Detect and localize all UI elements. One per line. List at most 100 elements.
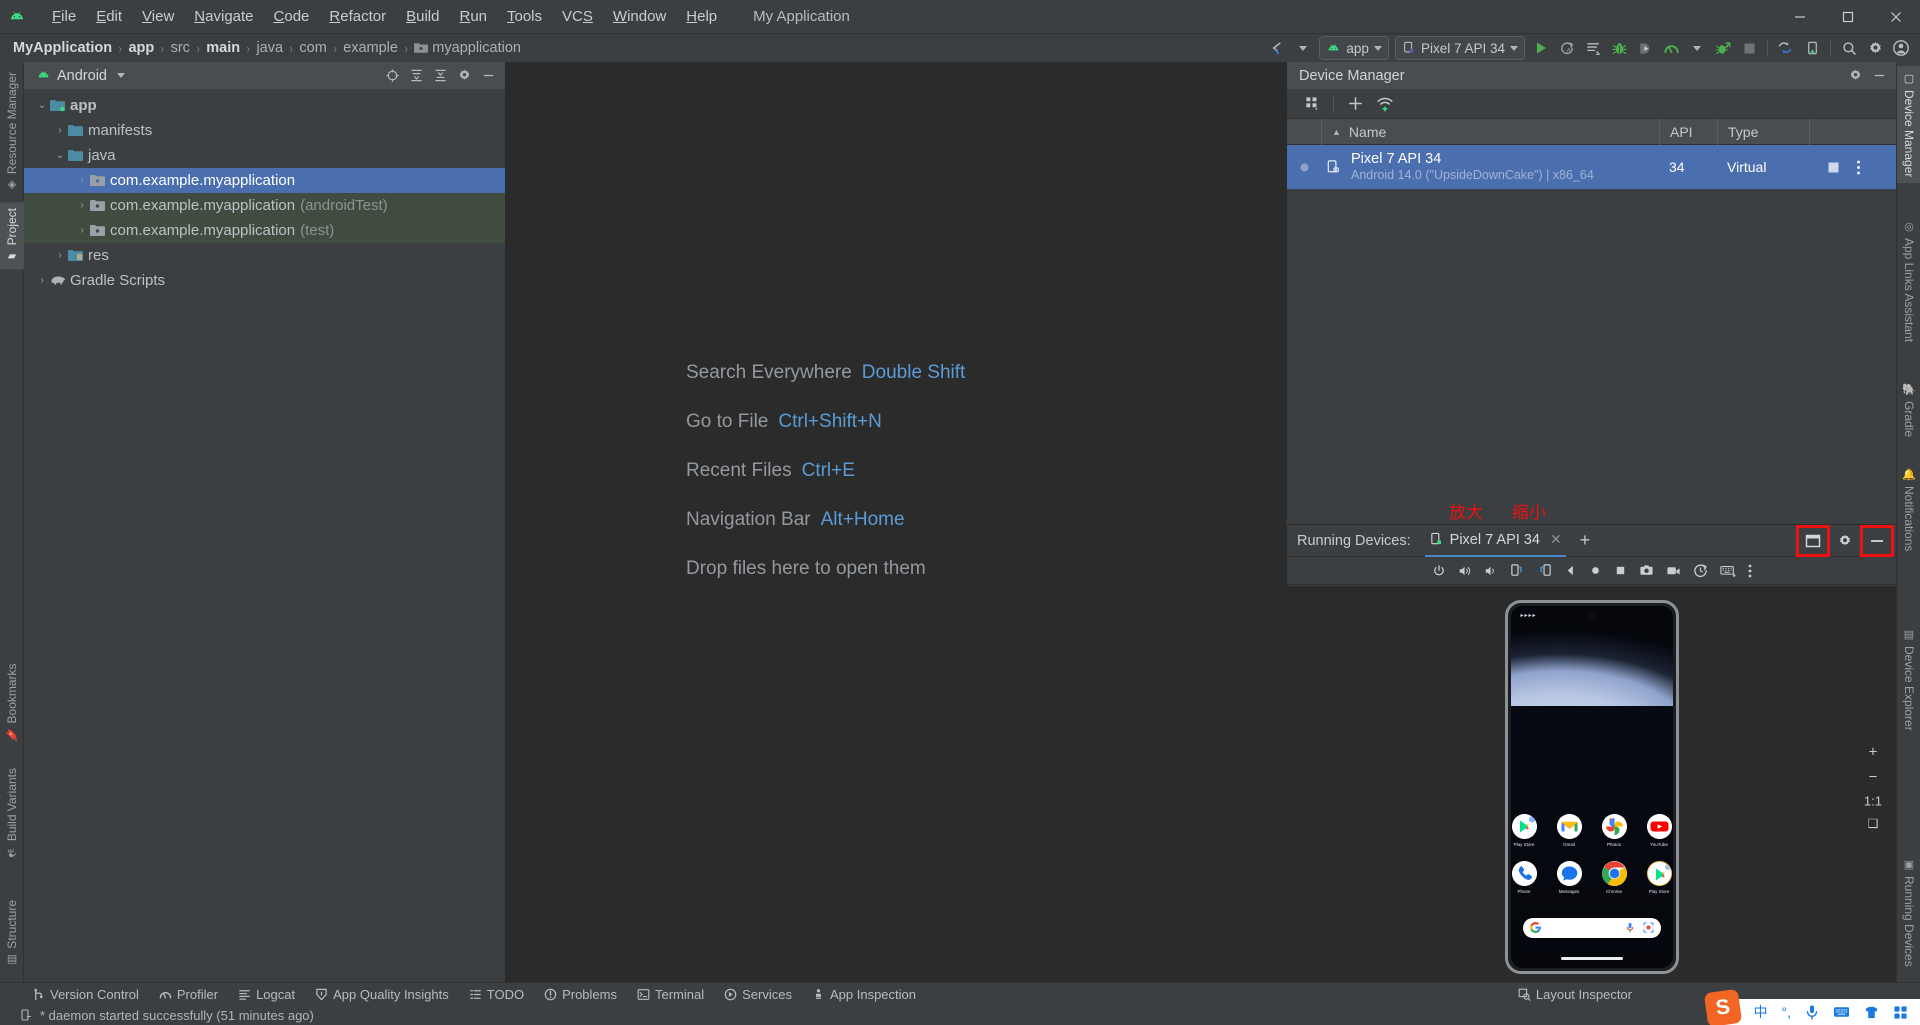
sogou-ime-logo[interactable]: S [1703,988,1742,1025]
stop-square-icon[interactable] [1827,161,1840,174]
ime-chinese-mode[interactable]: 中 [1754,1002,1768,1022]
window-controls[interactable] [1776,0,1920,34]
zoom-fit-button[interactable]: ❑ [1868,816,1879,830]
bottom-item-profiler[interactable]: Profiler [151,985,226,1004]
chevron-right-icon[interactable]: › [74,175,90,186]
back-nav-icon[interactable] [1564,564,1577,577]
emulator-zoom-controls[interactable]: + − 1:1 ❑ [1864,743,1882,830]
emulator-toolbar[interactable] [1287,557,1896,585]
chevron-right-icon[interactable]: › [74,200,90,211]
tree-node-java[interactable]: ⌄ java [24,143,505,168]
chevron-down-icon[interactable]: ⌄ [34,100,50,111]
ime-skin[interactable] [1864,1005,1879,1020]
right-tool-strip[interactable]: ▢ Device Manager ◎ App Links Assistant 🐘… [1896,62,1920,987]
expand-all-icon[interactable] [405,65,427,87]
add-device-icon[interactable] [1342,92,1368,116]
apply-changes-icon[interactable] [1581,36,1605,60]
profiler-icon[interactable] [1659,36,1683,60]
bottom-tool-bar[interactable]: Version Control Profiler Logcat App Qual… [0,982,1920,1006]
rerun-icon[interactable]: A [1555,36,1579,60]
bottom-item-services[interactable]: Services [716,985,800,1004]
menu-item-code[interactable]: Code [264,4,320,29]
minimize-tool-window-button[interactable] [1860,524,1894,557]
menu-item-view[interactable]: View [132,4,184,29]
sidebar-item-device-manager[interactable]: ▢ Device Manager [1897,66,1920,184]
sidebar-item-resource-manager[interactable]: ◈ Resource Manager [0,66,24,198]
app-photos[interactable]: Photos [1601,813,1628,847]
chevron-right-icon[interactable]: › [52,250,68,261]
app-play-store-2[interactable]: Play Store [1646,860,1673,894]
emulator-device-frame[interactable]: ▸▸▸▸ Play Store Gmail Photos YouTube Pho… [1504,599,1679,974]
breadcrumb-item-4[interactable]: java [253,39,286,57]
tree-node-app[interactable]: ⌄ app [24,93,505,118]
menu-item-vcs[interactable]: VCS [552,4,603,29]
device-manager-toolbar[interactable] [1287,89,1896,119]
google-search-widget[interactable] [1522,917,1661,938]
emulator-stage[interactable]: ▸▸▸▸ Play Store Gmail Photos YouTube Pho… [1287,586,1896,987]
record-screen-icon[interactable] [1666,563,1681,578]
hide-panel-icon[interactable] [1868,65,1890,87]
device-table-col-name[interactable]: ▲ Name [1321,118,1659,145]
microphone-icon[interactable] [1625,922,1635,933]
project-panel-actions[interactable] [381,65,505,87]
bottom-item-app-quality-insights[interactable]: App Quality Insights [307,985,457,1004]
ime-punctuation-mode[interactable]: °, [1782,1004,1792,1020]
rotate-right-icon[interactable] [1537,563,1552,578]
volume-up-icon[interactable] [1458,564,1472,578]
run-coverage-icon[interactable] [1711,36,1735,60]
sidebar-item-device-explorer[interactable]: ▤ Device Explorer [1897,622,1920,737]
volume-down-icon[interactable] [1484,564,1498,578]
breadcrumb-item-5[interactable]: com [296,39,329,57]
hide-panel-icon[interactable] [477,65,499,87]
menu-item-navigate[interactable]: Navigate [184,4,263,29]
main-toolbar[interactable]: app Pixel 7 API 34 A [1264,34,1920,62]
home-nav-icon[interactable] [1589,564,1602,577]
app-row-2[interactable]: Phone Messages Chrome Play Store [1511,860,1673,894]
gear-icon[interactable] [1832,529,1858,553]
pair-wifi-device-icon[interactable] [1372,92,1398,116]
chevron-right-icon[interactable]: › [34,275,50,286]
menu-item-edit[interactable]: Edit [86,4,132,29]
sidebar-item-notifications[interactable]: 🔔 Notifications [1897,462,1920,558]
window-minimize-button[interactable] [1776,0,1824,34]
tree-node-package-androidtest[interactable]: › com.example.myapplication (androidTest… [24,193,505,218]
breadcrumb-item-3[interactable]: main [203,39,243,57]
app-youtube[interactable]: YouTube [1646,813,1673,847]
app-phone[interactable]: Phone [1511,860,1538,894]
power-icon[interactable] [1432,564,1446,578]
menu-item-run[interactable]: Run [449,4,497,29]
sidebar-item-bookmarks[interactable]: 🔖 Bookmarks [0,657,24,747]
module-selector[interactable]: app [1319,36,1389,60]
bottom-item-todo[interactable]: TODO [461,985,532,1004]
tree-node-manifests[interactable]: › manifests [24,118,505,143]
bottom-item-logcat[interactable]: Logcat [230,985,303,1004]
app-row-1[interactable]: Play Store Gmail Photos YouTube [1511,813,1673,847]
stop-square-icon[interactable] [1737,36,1761,60]
debug-attach-icon[interactable] [1633,36,1657,60]
breadcrumb-item-1[interactable]: app [125,39,157,57]
chevron-down-icon[interactable] [116,73,125,78]
maximize-tool-window-button[interactable] [1796,524,1830,557]
close-icon[interactable]: ✕ [1550,531,1562,548]
extended-controls-icon[interactable] [1693,563,1708,578]
menu-item-file[interactable]: File [42,4,86,29]
sidebar-item-build-variants[interactable]: ⚗ Build Variants [0,762,24,865]
editor-area[interactable]: Search Everywhere Double Shift Go to Fil… [506,62,1286,987]
tab-pixel-7-api-34[interactable]: Pixel 7 API 34 ✕ [1424,525,1566,557]
zoom-actual-button[interactable]: 1:1 [1864,793,1882,808]
ime-soft-keyboard[interactable] [1833,1005,1850,1019]
bottom-item-problems[interactable]: Problems [536,985,625,1004]
gear-icon[interactable] [1863,36,1887,60]
menu-item-help[interactable]: Help [676,4,727,29]
menu-item-window[interactable]: Window [603,4,676,29]
tree-node-gradle-scripts[interactable]: › Gradle Scripts [24,268,505,293]
run-play-icon[interactable] [1529,36,1553,60]
more-vertical-icon[interactable] [1856,159,1861,176]
project-tree[interactable]: ⌄ app › manifests ⌄ java › com.example.m… [24,89,505,293]
overview-nav-icon[interactable] [1614,564,1627,577]
gear-icon[interactable] [453,65,475,87]
profiler-caret[interactable] [1685,36,1709,60]
table-row[interactable]: Pixel 7 API 34 Android 14.0 ("UpsideDown… [1287,145,1896,189]
tree-node-package-main[interactable]: › com.example.myapplication [24,168,505,193]
breadcrumb-item-2[interactable]: src [168,39,193,57]
